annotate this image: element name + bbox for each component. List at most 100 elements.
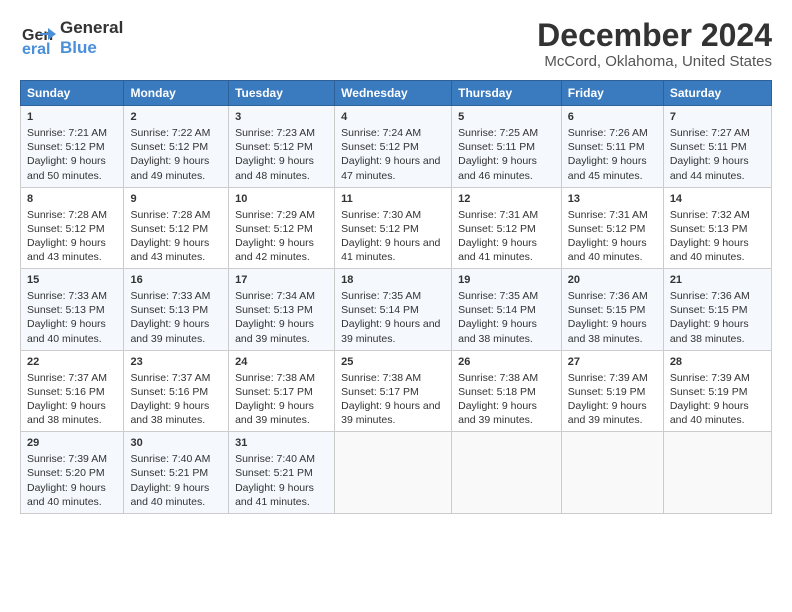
day-number: 3 — [235, 110, 328, 125]
calendar-cell: 30Sunrise: 7:40 AMSunset: 5:21 PMDayligh… — [124, 432, 229, 514]
daylight: Daylight: 9 hours and 39 minutes. — [235, 318, 314, 344]
daylight: Daylight: 9 hours and 40 minutes. — [130, 482, 209, 508]
daylight: Daylight: 9 hours and 40 minutes. — [568, 237, 647, 263]
sunset: Sunset: 5:20 PM — [27, 467, 105, 479]
col-header-saturday: Saturday — [663, 81, 771, 106]
daylight: Daylight: 9 hours and 50 minutes. — [27, 155, 106, 181]
sunset: Sunset: 5:12 PM — [130, 223, 208, 235]
calendar-cell: 10Sunrise: 7:29 AMSunset: 5:12 PMDayligh… — [229, 187, 335, 269]
sunset: Sunset: 5:11 PM — [670, 141, 747, 153]
week-row-5: 29 Sunrise: 7:39 AM Sunset: 5:20 PM Dayligh… — [21, 432, 772, 514]
daylight: Daylight: 9 hours and 39 minutes. — [568, 400, 647, 426]
sunset: Sunset: 5:12 PM — [341, 223, 419, 235]
sunrise: Sunrise: 7:38 AM — [341, 372, 421, 384]
sunset: Sunset: 5:12 PM — [27, 141, 105, 153]
calendar-cell — [335, 432, 452, 514]
sunrise: Sunrise: 7:30 AM — [341, 209, 421, 221]
calendar-title: December 2024 — [537, 18, 772, 53]
sunrise: Sunrise: 7:39 AM — [27, 453, 107, 465]
sunrise: Sunrise: 7:37 AM — [130, 372, 210, 384]
day-number: 13 — [568, 192, 657, 207]
day-number: 31 — [235, 436, 328, 451]
week-row-4: 22Sunrise: 7:37 AMSunset: 5:16 PMDayligh… — [21, 350, 772, 432]
day-number: 1 — [27, 110, 117, 125]
daylight: Daylight: 9 hours and 45 minutes. — [568, 155, 647, 181]
day-number: 20 — [568, 273, 657, 288]
daylight: Daylight: 9 hours and 38 minutes. — [27, 400, 106, 426]
sunset: Sunset: 5:21 PM — [130, 467, 208, 479]
sunset: Sunset: 5:21 PM — [235, 467, 313, 479]
calendar-cell: 2Sunrise: 7:22 AMSunset: 5:12 PMDaylight… — [124, 106, 229, 188]
calendar-subtitle: McCord, Oklahoma, United States — [537, 53, 772, 70]
daylight: Daylight: 9 hours and 47 minutes. — [341, 155, 440, 181]
calendar-cell: 31Sunrise: 7:40 AMSunset: 5:21 PMDayligh… — [229, 432, 335, 514]
day-number: 24 — [235, 355, 328, 370]
calendar-cell — [663, 432, 771, 514]
day-number: 14 — [670, 192, 765, 207]
daylight: Daylight: 9 hours and 44 minutes. — [670, 155, 749, 181]
calendar-cell: 22Sunrise: 7:37 AMSunset: 5:16 PMDayligh… — [21, 350, 124, 432]
calendar-cell: 15Sunrise: 7:33 AMSunset: 5:13 PMDayligh… — [21, 269, 124, 351]
daylight: Daylight: 9 hours and 39 minutes. — [130, 318, 209, 344]
day-number: 17 — [235, 273, 328, 288]
daylight: Daylight: 9 hours and 39 minutes. — [341, 400, 440, 426]
sunrise: Sunrise: 7:25 AM — [458, 127, 538, 139]
day-number: 6 — [568, 110, 657, 125]
daylight: Daylight: 9 hours and 39 minutes. — [235, 400, 314, 426]
daylight: Daylight: 9 hours and 42 minutes. — [235, 237, 314, 263]
daylight: Daylight: 9 hours and 48 minutes. — [235, 155, 314, 181]
logo: Gen eral General Blue — [20, 18, 123, 57]
daylight: Daylight: 9 hours and 39 minutes. — [458, 400, 537, 426]
day-number: 9 — [130, 192, 222, 207]
sunrise: Sunrise: 7:24 AM — [341, 127, 421, 139]
sunrise: Sunrise: 7:28 AM — [27, 209, 107, 221]
calendar-cell: 12Sunrise: 7:31 AMSunset: 5:12 PMDayligh… — [452, 187, 562, 269]
calendar-cell — [452, 432, 562, 514]
sunrise: Sunrise: 7:39 AM — [670, 372, 750, 384]
calendar-cell: 27Sunrise: 7:39 AMSunset: 5:19 PMDayligh… — [561, 350, 663, 432]
day-number: 5 — [458, 110, 555, 125]
calendar-cell: 11Sunrise: 7:30 AMSunset: 5:12 PMDayligh… — [335, 187, 452, 269]
daylight: Daylight: 9 hours and 43 minutes. — [27, 237, 106, 263]
sunset: Sunset: 5:12 PM — [27, 223, 105, 235]
sunrise: Sunrise: 7:35 AM — [458, 290, 538, 302]
day-number: 10 — [235, 192, 328, 207]
sunset: Sunset: 5:13 PM — [670, 223, 748, 235]
calendar-table: SundayMondayTuesdayWednesdayThursdayFrid… — [20, 80, 772, 514]
calendar-cell: 13Sunrise: 7:31 AMSunset: 5:12 PMDayligh… — [561, 187, 663, 269]
sunset: Sunset: 5:12 PM — [458, 223, 536, 235]
sunset: Sunset: 5:14 PM — [341, 304, 419, 316]
calendar-cell: 1Sunrise: 7:21 AMSunset: 5:12 PMDaylight… — [21, 106, 124, 188]
calendar-page: Gen eral General Blue December 2024 McCo… — [0, 0, 792, 612]
sunset: Sunset: 5:12 PM — [341, 141, 419, 153]
calendar-cell: 9Sunrise: 7:28 AMSunset: 5:12 PMDaylight… — [124, 187, 229, 269]
daylight: Daylight: 9 hours and 41 minutes. — [458, 237, 537, 263]
sunrise: Sunrise: 7:34 AM — [235, 290, 315, 302]
sunrise: Sunrise: 7:26 AM — [568, 127, 648, 139]
day-number: 11 — [341, 192, 445, 207]
sunrise: Sunrise: 7:36 AM — [568, 290, 648, 302]
sunset: Sunset: 5:16 PM — [130, 386, 208, 398]
sunrise: Sunrise: 7:38 AM — [458, 372, 538, 384]
daylight: Daylight: 9 hours and 38 minutes. — [458, 318, 537, 344]
day-number: 25 — [341, 355, 445, 370]
calendar-cell: 29 Sunrise: 7:39 AM Sunset: 5:20 PM Dayligh… — [21, 432, 124, 514]
daylight: Daylight: 9 hours and 40 minutes. — [670, 400, 749, 426]
sunrise: Sunrise: 7:27 AM — [670, 127, 750, 139]
daylight: Daylight: 9 hours and 49 minutes. — [130, 155, 209, 181]
sunset: Sunset: 5:13 PM — [27, 304, 105, 316]
day-number: 19 — [458, 273, 555, 288]
daylight: Daylight: 9 hours and 43 minutes. — [130, 237, 209, 263]
sunset: Sunset: 5:18 PM — [458, 386, 536, 398]
day-number: 30 — [130, 436, 222, 451]
sunrise: Sunrise: 7:31 AM — [568, 209, 648, 221]
week-row-3: 15Sunrise: 7:33 AMSunset: 5:13 PMDayligh… — [21, 269, 772, 351]
day-number: 2 — [130, 110, 222, 125]
daylight: Daylight: 9 hours and 40 minutes. — [670, 237, 749, 263]
day-number: 29 — [27, 436, 117, 451]
sunset: Sunset: 5:13 PM — [235, 304, 313, 316]
col-header-friday: Friday — [561, 81, 663, 106]
daylight: Daylight: 9 hours and 41 minutes. — [235, 482, 314, 508]
sunrise: Sunrise: 7:32 AM — [670, 209, 750, 221]
daylight: Daylight: 9 hours and 40 minutes. — [27, 482, 106, 508]
